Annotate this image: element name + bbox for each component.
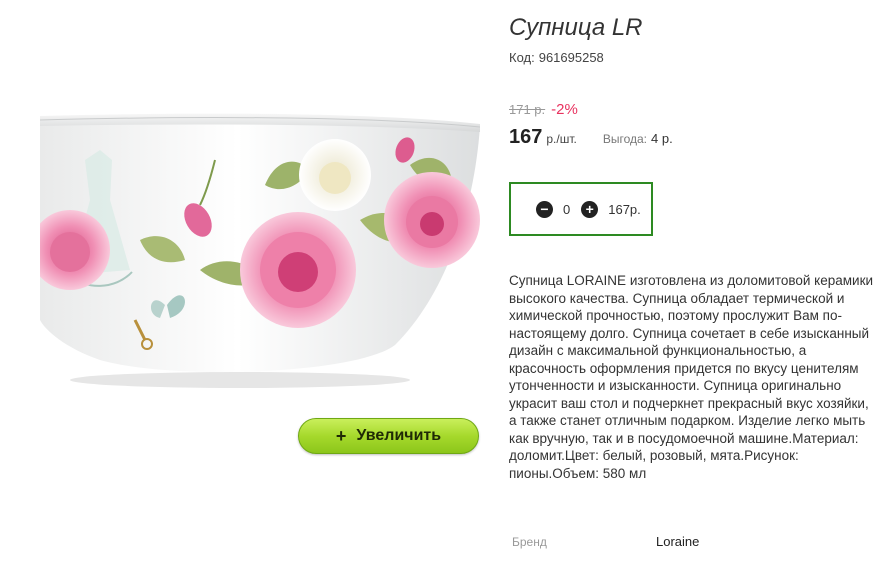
floral-bowl-illustration xyxy=(40,113,480,388)
quantity-total: 167р. xyxy=(608,201,641,217)
product-description: Супница LORAINE изготовлена из доломитов… xyxy=(509,273,874,481)
quantity-stepper: − 0 + 167р. xyxy=(509,182,653,236)
price-row: 167 р./шт. Выгода: 4 р. xyxy=(509,126,673,149)
zoom-button-label: Увеличить xyxy=(356,427,442,444)
old-price-row: 171 р. -2% xyxy=(509,101,578,118)
plus-circle-icon[interactable]: + xyxy=(581,200,599,218)
product-code-value: 961695258 xyxy=(538,50,604,65)
brand-value[interactable]: Loraine xyxy=(656,534,699,549)
minus-circle-icon[interactable]: − xyxy=(536,200,553,218)
zoom-button[interactable]: + Увеличить xyxy=(298,418,479,454)
plus-icon: + xyxy=(335,425,347,446)
product-title: Супница LR xyxy=(509,14,643,41)
discount-badge: -2% xyxy=(551,101,578,118)
brand-label: Бренд xyxy=(512,535,547,549)
price-value: 167 xyxy=(509,126,543,148)
product-code-label: Код: xyxy=(509,50,535,65)
old-price: 171 р. xyxy=(509,102,546,117)
benefit-value: 4 р. xyxy=(651,131,673,146)
product-code: Код: 961695258 xyxy=(509,50,604,65)
product-image[interactable] xyxy=(40,90,480,390)
price-unit: р./шт. xyxy=(546,132,577,146)
quantity-value[interactable]: 0 xyxy=(563,202,570,217)
benefit-label: Выгода: xyxy=(602,132,648,146)
